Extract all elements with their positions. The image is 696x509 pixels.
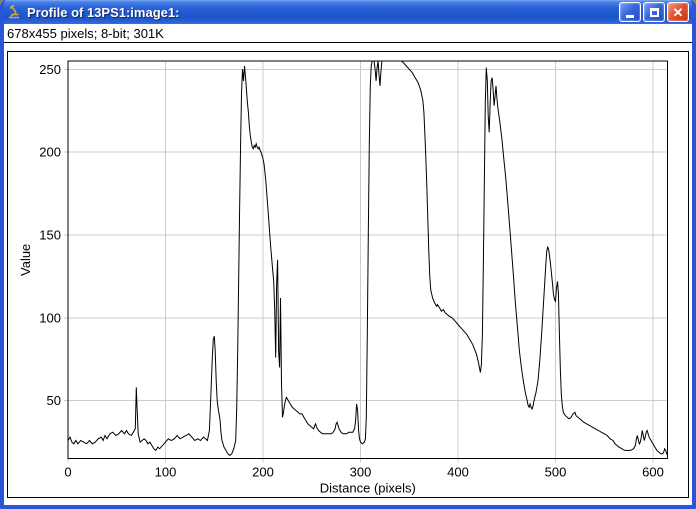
window-title: Profile of 13PS1:image1:: [27, 5, 179, 20]
titlebar[interactable]: Profile of 13PS1:image1: ✕: [0, 0, 696, 24]
x-axis-label: Distance (pixels): [320, 481, 416, 496]
profile-window: Profile of 13PS1:image1: ✕ 678x455 pixel…: [0, 0, 696, 509]
close-button[interactable]: ✕: [667, 2, 689, 22]
svg-text:200: 200: [39, 145, 61, 160]
minimize-button[interactable]: [619, 2, 641, 22]
imagej-microscope-icon: [6, 4, 22, 20]
minimize-icon: [626, 15, 634, 18]
svg-text:150: 150: [39, 227, 61, 242]
svg-text:500: 500: [545, 465, 567, 480]
svg-text:50: 50: [47, 393, 61, 408]
image-info-status: 678x455 pixels; 8-bit; 301K: [7, 26, 164, 41]
svg-text:100: 100: [155, 465, 177, 480]
plot-canvas[interactable]: 50 100 150 200 250 0 100 200 300 400 500 600 Distanc…: [7, 51, 689, 498]
svg-text:0: 0: [64, 465, 71, 480]
svg-text:400: 400: [447, 465, 469, 480]
status-separator: [4, 42, 692, 43]
svg-text:600: 600: [642, 465, 664, 480]
svg-text:200: 200: [252, 465, 274, 480]
maximize-icon: [650, 8, 659, 17]
svg-text:300: 300: [350, 465, 372, 480]
close-icon: ✕: [673, 6, 684, 19]
maximize-button[interactable]: [643, 2, 665, 22]
profile-plot[interactable]: 50 100 150 200 250 0 100 200 300 400 500 600 Distanc…: [8, 52, 688, 497]
profile-curve: [68, 61, 668, 455]
svg-text:100: 100: [39, 310, 61, 325]
svg-text:250: 250: [39, 62, 61, 77]
window-controls: ✕: [619, 2, 689, 22]
y-axis-label: Value: [18, 244, 33, 276]
window-client-area: 678x455 pixels; 8-bit; 301K 50 100 150 200 2…: [4, 24, 692, 505]
